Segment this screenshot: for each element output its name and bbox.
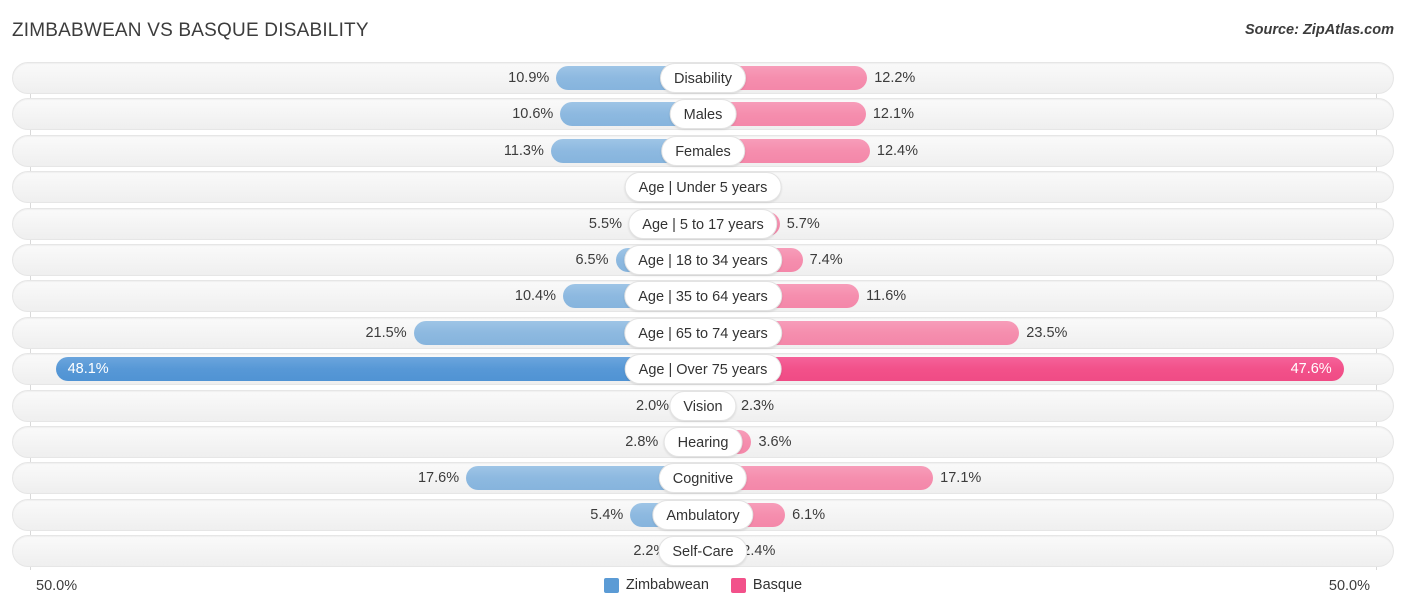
chart-root: ZIMBABWEAN VS BASQUE DISABILITY Source: … bbox=[0, 0, 1406, 612]
row-label-pill: Cognitive bbox=[658, 463, 748, 494]
bar-value-left: 11.3% bbox=[503, 142, 544, 159]
row-label-pill: Age | 18 to 34 years bbox=[624, 244, 782, 275]
legend-swatch-icon bbox=[730, 577, 746, 593]
legend-item[interactable]: Basque bbox=[730, 577, 803, 593]
bar-row: 17.6% 17.1% Cognitive bbox=[0, 462, 1406, 495]
bar-row: 5.4% 6.1% Ambulatory bbox=[0, 498, 1406, 531]
legend: Zimbabwean Basque bbox=[0, 577, 1406, 593]
bar-value-right: 7.4% bbox=[809, 251, 843, 268]
legend-swatch-icon bbox=[603, 577, 619, 593]
bar-row: 2.8% 3.6% Hearing bbox=[0, 425, 1406, 458]
bar-value-right: 47.6% bbox=[1290, 361, 1332, 378]
plot-area: 10.9% 12.2% Disability 10.6% 12.1% Males 11.3%… bbox=[0, 62, 1406, 570]
bar-value-left: 10.4% bbox=[514, 288, 557, 305]
bar-row: 10.4% 11.6% Age | 35 to 64 years bbox=[0, 280, 1406, 313]
bar-row: 10.6% 12.1% Males bbox=[0, 98, 1406, 131]
bar-row: 2.2% 2.4% Self-Care bbox=[0, 535, 1406, 568]
bar-value-left: 10.6% bbox=[512, 106, 554, 123]
bar-value-right: 2.3% bbox=[740, 397, 775, 414]
legend-label: Zimbabwean bbox=[625, 577, 709, 593]
bar-value-left: 2.0% bbox=[636, 397, 670, 414]
row-label-pill: Males bbox=[669, 99, 737, 130]
bar-row: 1.2%1.3%Age | Under 5 years bbox=[0, 171, 1406, 204]
row-label-pill: Age | Under 5 years bbox=[624, 172, 782, 203]
bar-value-right: 12.2% bbox=[874, 70, 916, 86]
bar-value-left: 5.5% bbox=[588, 215, 622, 232]
row-label-pill: Ambulatory bbox=[652, 499, 754, 530]
bar-value-right: 11.6% bbox=[866, 288, 907, 305]
bar-row: 6.5% 7.4% Age | 18 to 34 years bbox=[0, 243, 1406, 276]
bar-value-left: 17.6% bbox=[417, 470, 460, 487]
bar-value-left: 48.1% bbox=[67, 361, 109, 378]
bar-value-right: 3.6% bbox=[758, 433, 792, 450]
legend-item[interactable]: Zimbabwean bbox=[603, 577, 709, 593]
bar-value-left: 2.8% bbox=[625, 433, 659, 450]
bar-value-right: 12.1% bbox=[872, 106, 914, 123]
chart-footer: 50.0% 50.0% Zimbabwean Basque bbox=[0, 572, 1406, 612]
bar-row: 21.5% 23.5% Age | 65 to 74 years bbox=[0, 316, 1406, 349]
bar-row: 48.1% 47.6% Age | Over 75 years bbox=[0, 353, 1406, 386]
row-label-pill: Vision bbox=[669, 390, 737, 421]
bar-row: 5.5% 5.7% Age | 5 to 17 years bbox=[0, 207, 1406, 240]
row-label-pill: Age | 5 to 17 years bbox=[628, 208, 778, 239]
bar-value-left: 21.5% bbox=[365, 324, 407, 341]
page-title: ZIMBABWEAN VS BASQUE DISABILITY bbox=[12, 20, 369, 41]
bar-value-right: 12.4% bbox=[876, 142, 919, 159]
bar-value-left: 2.2% bbox=[633, 543, 667, 560]
bar-value-right: 23.5% bbox=[1026, 324, 1068, 341]
row-label-pill: Hearing bbox=[663, 426, 743, 457]
bar-right-basque bbox=[703, 357, 1344, 382]
bar-value-left: 10.9% bbox=[508, 70, 550, 86]
bar-value-left: 6.5% bbox=[575, 251, 609, 268]
bar-value-left: 5.4% bbox=[590, 506, 624, 523]
bar-rows: 10.9% 12.2% Disability 10.6% 12.1% Males 11.3%… bbox=[0, 62, 1406, 571]
bar-value-right: 6.1% bbox=[792, 506, 826, 523]
bar-row: 11.3% 12.4% Females bbox=[0, 134, 1406, 167]
bar-row: 2.0% 2.3% Vision bbox=[0, 389, 1406, 422]
bar-value-right: 17.1% bbox=[940, 470, 982, 487]
row-label-pill: Age | 65 to 74 years bbox=[624, 317, 782, 348]
row-label-pill: Age | 35 to 64 years bbox=[624, 281, 782, 312]
row-label-pill: Females bbox=[661, 135, 745, 166]
row-label-pill: Disability bbox=[659, 63, 747, 93]
source-attribution: Source: ZipAtlas.com bbox=[1244, 22, 1394, 38]
bar-row: 10.9% 12.2% Disability bbox=[0, 62, 1406, 94]
bar-left-zimbabwean bbox=[55, 357, 703, 382]
bar-value-left: 1.2% bbox=[12, 171, 680, 203]
bar-value-right: 5.7% bbox=[786, 215, 820, 232]
legend-label: Basque bbox=[752, 577, 803, 593]
row-label-pill: Age | Over 75 years bbox=[624, 354, 782, 385]
chart-header: ZIMBABWEAN VS BASQUE DISABILITY Source: … bbox=[0, 0, 1406, 56]
row-label-pill: Self-Care bbox=[658, 536, 748, 567]
